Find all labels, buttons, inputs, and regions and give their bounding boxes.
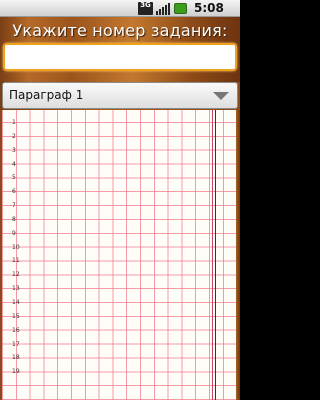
- line-number: 9: [12, 229, 16, 237]
- line-number: 4: [12, 160, 16, 168]
- paragraph-select-bar: Параграф 1: [0, 82, 240, 110]
- chevron-down-icon: [213, 92, 229, 100]
- status-bar: 3G 5:08 pm: [0, 0, 240, 30]
- margin-line: [212, 110, 213, 400]
- battery-icon: [174, 3, 187, 14]
- task-number-input[interactable]: [3, 43, 237, 71]
- network-type-label: 3G: [140, 1, 151, 9]
- signal-strength-icon: [156, 3, 170, 15]
- line-number: 12: [12, 271, 20, 279]
- line-number: 10: [12, 243, 20, 251]
- line-number: 16: [12, 326, 20, 334]
- grid-paper[interactable]: [0, 110, 240, 400]
- line-number: 15: [12, 312, 20, 320]
- line-number: 19: [12, 368, 20, 376]
- network-type-icon: 3G: [138, 2, 153, 15]
- paragraph-select-value: Параграф 1: [9, 88, 84, 102]
- wood-edge: [236, 110, 240, 400]
- task-header: Укажите номер задания:: [0, 17, 240, 82]
- line-number: 8: [12, 215, 16, 223]
- line-number: 17: [12, 340, 20, 348]
- line-number: 1: [12, 119, 16, 126]
- line-number: 6: [12, 188, 16, 196]
- task-prompt-label: Укажите номер задания:: [12, 21, 228, 40]
- line-number: 18: [12, 354, 20, 362]
- line-number: 11: [12, 257, 20, 265]
- margin-divider: [215, 110, 216, 400]
- paragraph-select[interactable]: Параграф 1: [2, 82, 238, 109]
- line-number: 14: [12, 298, 20, 306]
- line-number: 2: [12, 132, 16, 140]
- clock: 5:08 pm: [194, 1, 224, 30]
- line-number: 13: [12, 285, 20, 293]
- line-numbers: 1 2 3 4 5 6 7 8 9 10 11 12 13 14 15 16 1…: [12, 116, 26, 379]
- line-number: 5: [12, 174, 16, 182]
- line-number: 3: [12, 146, 16, 154]
- line-number: 7: [12, 202, 16, 210]
